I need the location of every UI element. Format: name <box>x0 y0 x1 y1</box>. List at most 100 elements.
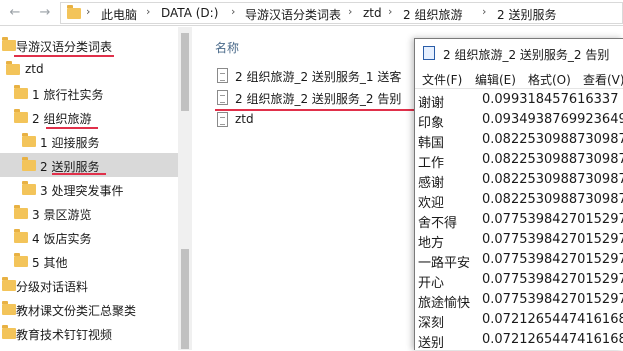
nav-item[interactable]: 教材课文份类汇总聚类 <box>0 297 178 321</box>
breadcrumb-item[interactable]: 2 组织旅游 <box>403 6 462 23</box>
text-file-icon <box>217 68 228 83</box>
folder-icon <box>22 181 36 195</box>
word: 旅途愉快 <box>418 296 471 311</box>
nav-item[interactable]: 分级对话语料 <box>0 273 178 297</box>
nav-item[interactable]: 5 其他 <box>0 249 178 273</box>
arrow-right-icon[interactable]: → <box>36 3 54 23</box>
folder-icon <box>67 5 81 19</box>
text-line: 开心 0.0775398427015297 <box>418 270 623 292</box>
nav-item[interactable]: 3 处理突发事件 <box>0 177 178 201</box>
nav-item[interactable]: 3 景区游览 <box>0 201 178 225</box>
nav-item[interactable]: 2 组织旅游 <box>0 105 178 129</box>
breadcrumb[interactable]: › 此电脑 › DATA (D:) › 导游汉语分类词表 › ztd › 2 组… <box>60 2 623 24</box>
word: 深刻 <box>418 316 445 331</box>
nav-item-label: 3 景区游览 <box>32 208 92 222</box>
address-bar: ← → › 此电脑 › DATA (D:) › 导游汉语分类词表 › ztd ›… <box>0 0 623 26</box>
menu-bar: 文件(F) 编辑(E) 格式(O) 查看(V) <box>415 67 623 89</box>
breadcrumb-item[interactable]: DATA (D:) <box>161 6 218 20</box>
breadcrumb-item[interactable]: 导游汉语分类词表 <box>245 6 341 23</box>
score: 0.0775398427015297 <box>482 272 623 287</box>
word: 欢迎 <box>418 196 445 211</box>
chevron-right-icon: › <box>388 5 393 18</box>
score: 0.0822530988730987 <box>482 192 623 207</box>
word: 感谢 <box>418 176 445 191</box>
folder-icon <box>14 85 28 99</box>
nav-item-label: 教育技术钉钉视频 <box>16 328 113 342</box>
word: 韩国 <box>418 136 445 151</box>
text-editor[interactable]: 谢谢 0.099318457616337 印象 0.09349387699236… <box>415 90 623 351</box>
nav-item[interactable]: 4 饭店实务 <box>0 225 178 249</box>
window-title-bar[interactable]: 2 组织旅游_2 送别服务_2 告别 <box>415 39 623 67</box>
column-header-name[interactable]: 名称 <box>215 39 239 56</box>
menu-edit[interactable]: 编辑(E) <box>475 71 516 88</box>
text-line: 韩国 0.0822530988730987 <box>418 130 623 152</box>
nav-item[interactable]: ztd <box>0 57 178 81</box>
nav-item-label: 3 处理突发事件 <box>40 184 124 198</box>
word: 送别 <box>418 336 445 351</box>
folder-icon <box>2 37 16 51</box>
nav-item[interactable]: 1 迎接服务 <box>0 129 178 153</box>
breadcrumb-item[interactable]: 2 送别服务 <box>497 6 556 23</box>
annotation-underline <box>52 173 106 175</box>
menu-file[interactable]: 文件(F) <box>422 71 462 88</box>
folder-icon <box>14 205 28 219</box>
breadcrumb-item[interactable]: 此电脑 <box>101 6 137 23</box>
menu-view[interactable]: 查看(V) <box>583 71 623 88</box>
file-name: 2 组织旅游_2 送别服务_1 送客 <box>235 70 402 84</box>
nav-item-label: 5 其他 <box>32 256 68 270</box>
chevron-right-icon: › <box>86 5 91 18</box>
nav-item[interactable]: 教育技术钉钉视频 <box>0 321 178 345</box>
nav-item-label: 分级对话语料 <box>16 280 89 294</box>
text-line: 一路平安 0.0775398427015297 <box>418 250 623 272</box>
file-row[interactable]: ztd <box>215 109 425 131</box>
nav-item-label: 1 迎接服务 <box>40 136 100 150</box>
folder-icon <box>22 133 36 147</box>
score: 0.0822530988730987 <box>482 132 623 147</box>
score: 0.0934938769923649 <box>482 112 623 127</box>
file-row[interactable]: 2 组织旅游_2 送别服务_2 告别 <box>215 87 425 109</box>
text-file-icon <box>217 90 228 105</box>
score: 0.0721265447416168 <box>482 312 623 327</box>
nav-item[interactable]: 1 旅行社实务 <box>0 81 178 105</box>
text-line: 工作 0.0822530988730987 <box>418 150 623 172</box>
nav-item-label: 4 饭店实务 <box>32 232 92 246</box>
file-list: 名称 2 组织旅游_2 送别服务_1 送客 2 组织旅游_2 送别服务_2 告别… <box>195 27 425 350</box>
nav-item-label: 2 组织旅游 <box>32 112 92 126</box>
text-line: 印象 0.0934938769923649 <box>418 110 623 132</box>
text-line: 欢迎 0.0822530988730987 <box>418 190 623 212</box>
file-name: 2 组织旅游_2 送别服务_2 告别 <box>235 92 402 106</box>
word: 开心 <box>418 276 445 291</box>
text-line: 地方 0.0775398427015297 <box>418 230 623 252</box>
window-title: 2 组织旅游_2 送别服务_2 告别 <box>443 48 610 62</box>
nav-item[interactable]: 导游汉语分类词表 <box>0 33 178 57</box>
nav-item-label: ztd <box>25 62 44 76</box>
word: 一路平安 <box>418 256 471 271</box>
text-line: 送别 0.0721265447416168 <box>418 330 623 351</box>
word: 工作 <box>418 156 445 171</box>
chevron-right-icon: › <box>482 5 487 18</box>
score: 0.0822530988730987 <box>482 152 623 167</box>
scrollbar-thumb[interactable] <box>181 249 189 349</box>
text-line: 感谢 0.0822530988730987 <box>418 170 623 192</box>
folder-icon <box>14 109 28 123</box>
folder-icon <box>2 325 16 339</box>
navigation-pane: 导游汉语分类词表 ztd 1 旅行社实务 2 组织旅游 1 迎接服务 2 送别服… <box>0 27 192 350</box>
word: 谢谢 <box>418 96 445 111</box>
breadcrumb-item[interactable]: ztd <box>363 6 382 20</box>
folder-icon <box>14 229 28 243</box>
notepad-icon <box>423 46 435 60</box>
scrollbar[interactable] <box>178 27 192 350</box>
folder-icon <box>22 157 36 171</box>
score: 0.099318457616337 <box>482 92 619 107</box>
file-name: ztd <box>235 112 254 126</box>
text-line: 谢谢 0.099318457616337 <box>418 90 623 112</box>
nav-item-label: 1 旅行社实务 <box>32 88 104 102</box>
file-row[interactable]: 2 组织旅游_2 送别服务_1 送客 <box>215 65 425 87</box>
score: 0.0775398427015297 <box>482 252 623 267</box>
scrollbar-thumb[interactable] <box>181 33 189 111</box>
word: 地方 <box>418 236 445 251</box>
arrow-left-icon[interactable]: ← <box>6 3 24 23</box>
chevron-right-icon: › <box>231 5 236 18</box>
text-line: 深刻 0.0721265447416168 <box>418 310 623 332</box>
menu-format[interactable]: 格式(O) <box>528 71 571 88</box>
